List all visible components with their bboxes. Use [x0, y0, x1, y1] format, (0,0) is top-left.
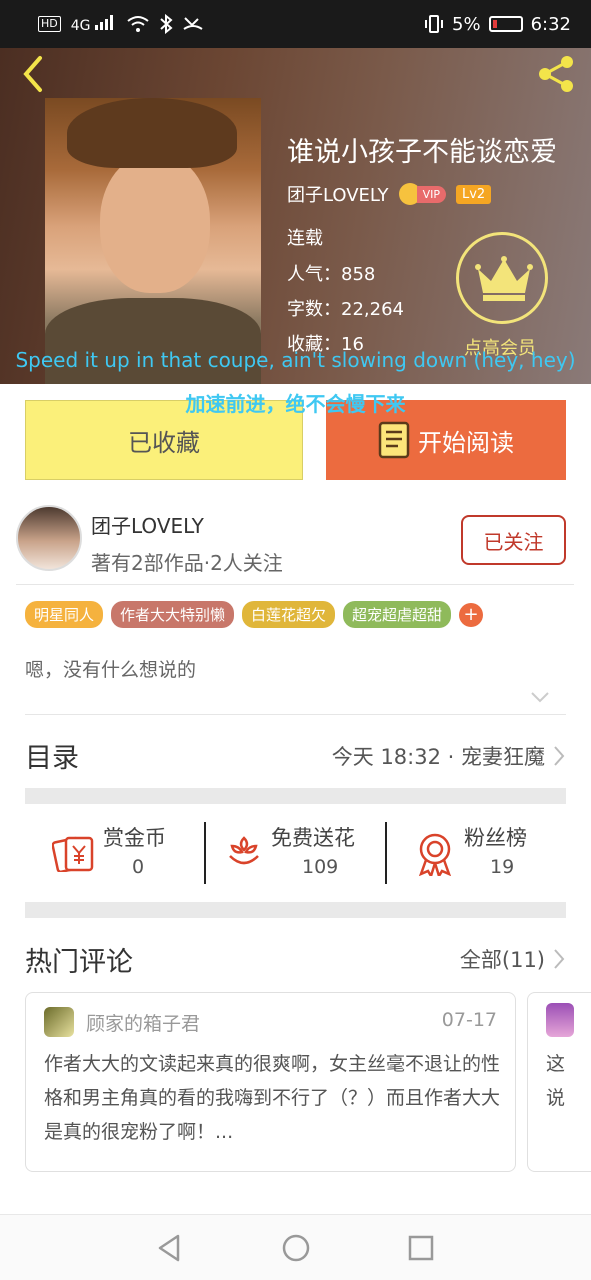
commenter-name[interactable]: 顾家的箱子君 [86, 1009, 200, 1036]
tag-list: 明星同人 作者大大特别懒 白莲花超欠 超宠超虐超甜 + [25, 601, 484, 628]
signal-icon: 4G [71, 14, 117, 34]
bluetooth-icon [160, 14, 173, 34]
chevron-right-icon [554, 949, 565, 969]
divider [204, 822, 206, 884]
medal-icon [418, 833, 452, 876]
subtitle-line-2: 加速前进，绝不会慢下来 [185, 392, 406, 416]
comment-text: 作者大大的文读起来真的很爽啊，女主丝毫不退让的性格和男主角真的看的我嗨到不行了（… [44, 1053, 501, 1143]
follow-button[interactable]: 已关注 [461, 515, 566, 565]
missed-call-icon [183, 17, 203, 30]
author-stats: 著有2部作品·2人关注 [91, 551, 283, 575]
vibrate-icon [425, 15, 444, 33]
commenter-avatar[interactable] [546, 1003, 574, 1037]
divider [25, 714, 566, 715]
crown-icon [475, 256, 533, 301]
add-tag-button[interactable]: + [459, 602, 484, 627]
divider [385, 822, 387, 884]
comment-text: 这 说 [546, 1053, 566, 1109]
divider [16, 584, 574, 585]
nav-home-icon[interactable] [282, 1233, 310, 1263]
wifi-icon [127, 16, 149, 32]
vip-badge: VIP [398, 183, 446, 205]
section-separator [25, 788, 566, 804]
serial-status: 连载 [287, 228, 323, 249]
section-separator [25, 902, 566, 918]
send-flowers[interactable]: 免费送花 109 [224, 822, 404, 886]
toc-latest-chapter[interactable]: 今天 18:32 · 宠妻狂魔 [332, 741, 565, 771]
tag-chip[interactable]: 白莲花超欠 [242, 601, 336, 628]
book-title: 谁说小孩子不能谈恋爱 [287, 137, 557, 168]
subtitle-line-1: Speed it up in that coupe, ain't slowing… [15, 348, 576, 372]
comment-date: 07-17 [441, 1009, 497, 1031]
nav-back-icon[interactable] [156, 1233, 182, 1263]
battery-percent: 5% [452, 13, 481, 35]
level-badge: Lv2 [455, 184, 492, 204]
nav-recents-icon[interactable] [408, 1233, 434, 1263]
comment-card[interactable]: 这 说 [527, 992, 591, 1172]
flower-icon [229, 836, 259, 865]
status-bar: HD 4G 5% 6:32 [0, 0, 591, 48]
tag-chip[interactable]: 明星同人 [25, 601, 104, 628]
book-author-row: 团子LOVELY VIP Lv2 [287, 181, 492, 207]
hd-indicator: HD [38, 16, 61, 32]
tag-chip[interactable]: 作者大大特别懒 [111, 601, 235, 628]
hot-comments-title: 热门评论 [25, 947, 133, 978]
book-header: 谁说小孩子不能谈恋爱 团子LOVELY VIP Lv2 连载 人气：858 字数… [0, 48, 591, 384]
tag-chip[interactable]: 超宠超虐超甜 [343, 601, 452, 628]
all-comments-link[interactable]: 全部(11) [460, 944, 565, 974]
chevron-down-icon[interactable] [530, 690, 550, 704]
book-icon [378, 421, 410, 459]
share-icon[interactable] [537, 54, 577, 94]
back-arrow-icon[interactable] [18, 54, 48, 94]
book-description: 嗯，没有什么想说的 [25, 659, 197, 681]
battery-icon [488, 16, 523, 32]
fan-ranking[interactable]: 粉丝榜 19 [416, 822, 591, 886]
toc-title[interactable]: 目录 [25, 736, 79, 775]
clock: 6:32 [530, 13, 571, 35]
red-envelope-icon [52, 836, 94, 872]
system-nav-bar [0, 1214, 591, 1280]
author-name[interactable]: 团子LOVELY [91, 510, 204, 539]
author-avatar[interactable] [16, 505, 82, 571]
book-cover-image[interactable] [45, 98, 261, 384]
book-detail-panel: 已收藏 开始阅读 团子LOVELY 著有2部作品·2人关注 已关注 明星同人 作… [0, 384, 591, 1214]
vip-upgrade-button[interactable] [456, 232, 548, 324]
word-count: 字数：22,264 [287, 299, 404, 320]
chevron-right-icon [554, 746, 565, 766]
comment-card[interactable]: 顾家的箱子君 07-17 作者大大的文读起来真的很爽啊，女主丝毫不退让的性格和男… [25, 992, 516, 1172]
book-author[interactable]: 团子LOVELY [287, 181, 389, 207]
popularity: 人气：858 [287, 264, 376, 285]
commenter-avatar[interactable] [44, 1007, 74, 1037]
